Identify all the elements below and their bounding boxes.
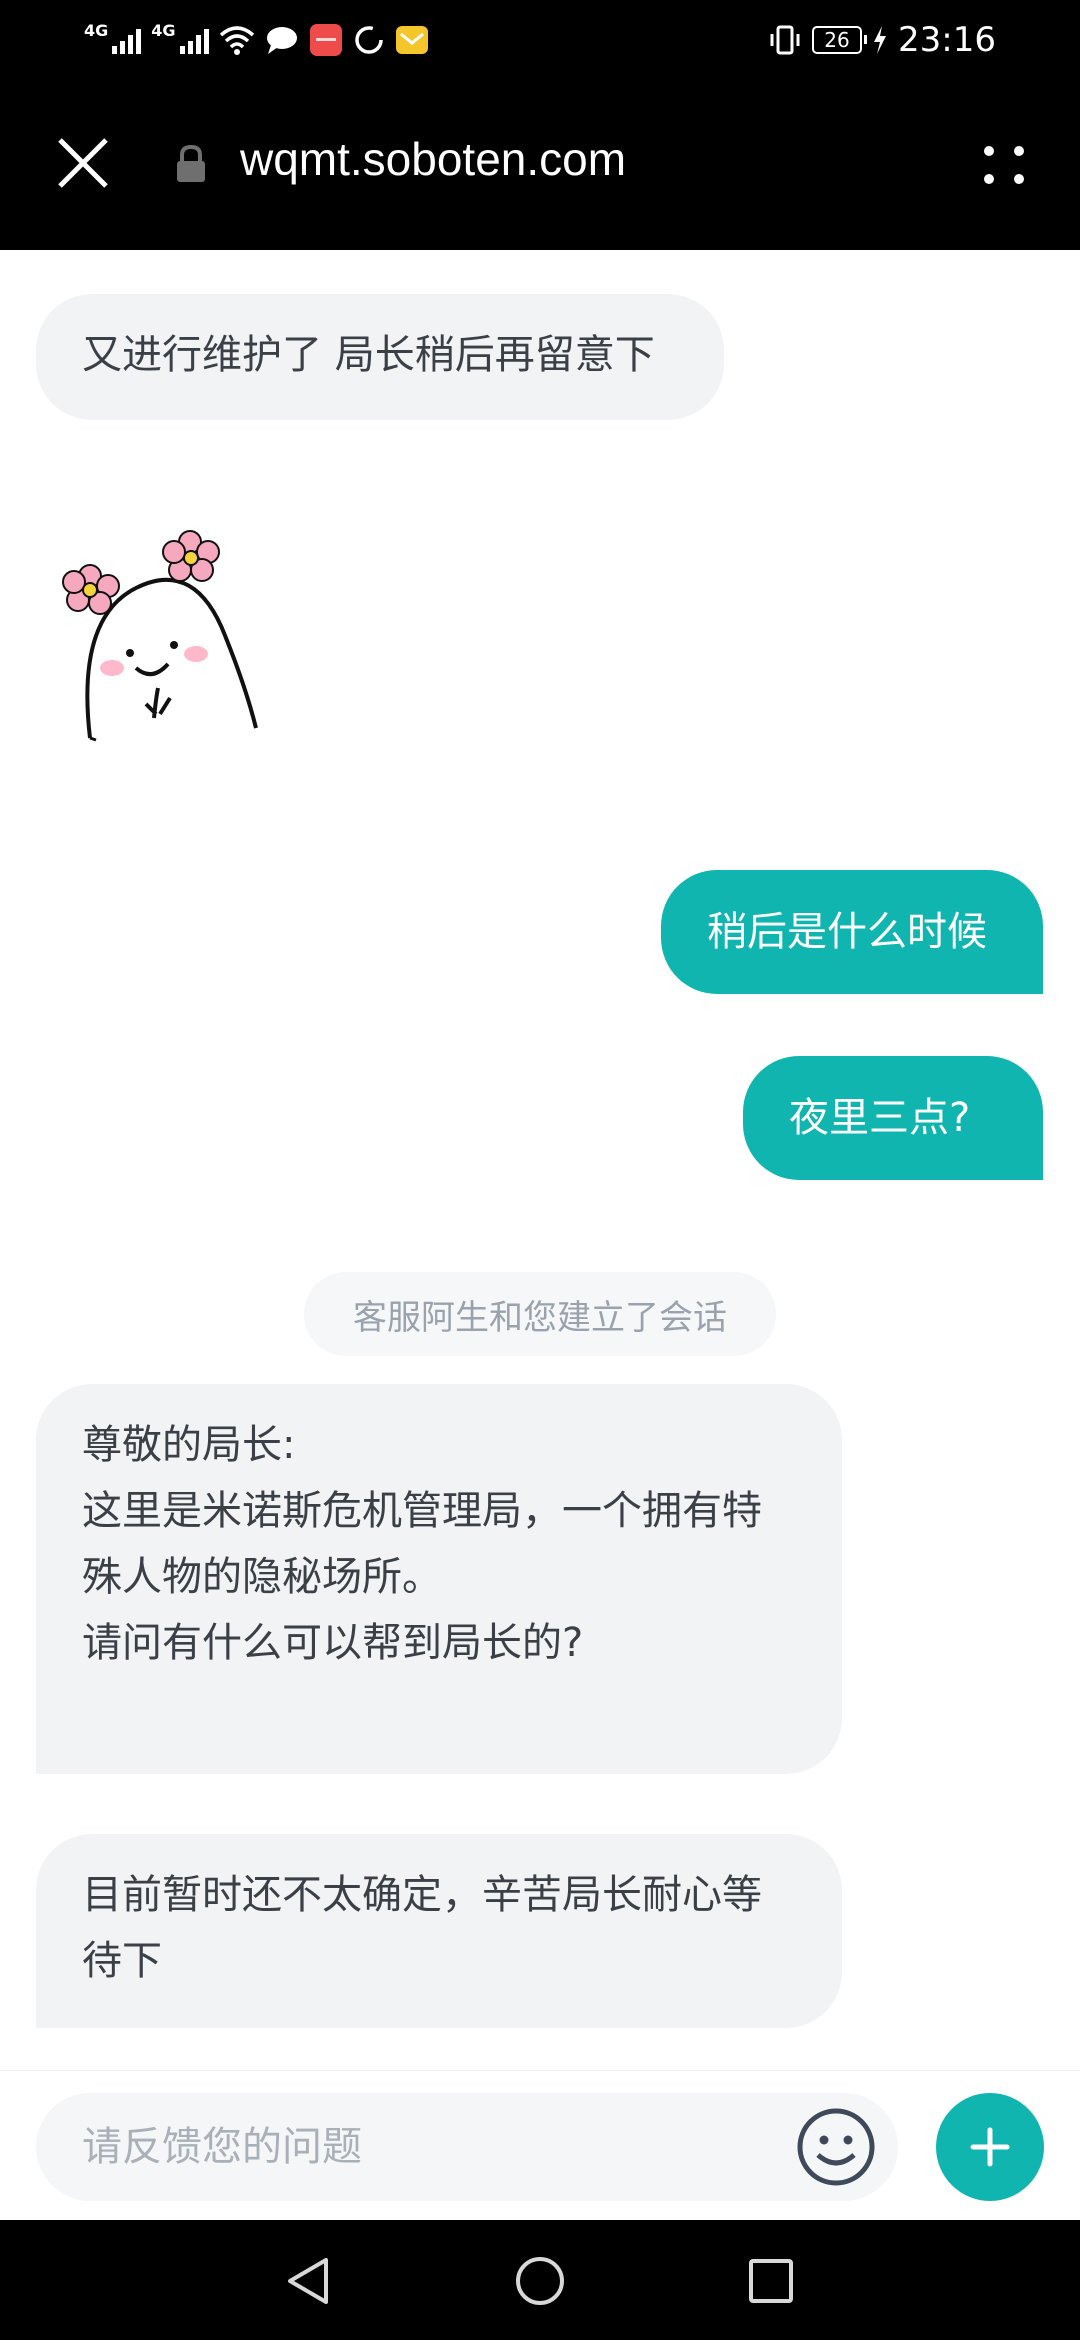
more-menu-button[interactable] bbox=[980, 134, 1040, 194]
menu-dot bbox=[1014, 146, 1024, 156]
email-icon bbox=[395, 26, 428, 54]
menu-dot bbox=[1014, 174, 1024, 184]
lock-icon bbox=[177, 144, 205, 182]
signal-icon bbox=[179, 26, 209, 54]
message-input[interactable]: 请反馈您的问题 bbox=[36, 2093, 898, 2201]
status-icons-right: 26 23:16 bbox=[768, 18, 996, 62]
system-navigation-bar bbox=[0, 2220, 1080, 2340]
message-text: 夜里三点? bbox=[789, 1095, 971, 1141]
system-notice-text: 客服阿生和您建立了会话 bbox=[353, 1297, 727, 1338]
welcome-line: 请问有什么可以帮到局长的? bbox=[82, 1620, 584, 1666]
add-button[interactable] bbox=[936, 2093, 1044, 2201]
input-placeholder: 请反馈您的问题 bbox=[82, 2124, 362, 2170]
message-text: 稍后是什么时候 bbox=[707, 909, 987, 955]
signal-icon bbox=[112, 26, 142, 54]
smiley-icon bbox=[797, 2108, 875, 2186]
vibrate-icon bbox=[770, 25, 800, 55]
message-line: 目前暂时还不太确定，辛苦局长耐心等 bbox=[82, 1872, 762, 1918]
browser-toolbar: wqmt.soboten.com bbox=[0, 80, 1080, 250]
message-text: 又进行维护了 局长稍后再留意下 bbox=[82, 332, 655, 378]
agent-message: 又进行维护了 局长稍后再留意下 bbox=[36, 294, 724, 420]
welcome-line: 这里是米诺斯危机管理局，一个拥有特 bbox=[82, 1488, 762, 1534]
message-icon bbox=[266, 27, 297, 54]
wifi-icon bbox=[219, 26, 254, 55]
home-button[interactable] bbox=[513, 2254, 567, 2308]
close-button[interactable] bbox=[50, 130, 116, 196]
charging-icon bbox=[874, 26, 887, 54]
plus-icon bbox=[970, 2127, 1010, 2167]
emoji-button[interactable] bbox=[796, 2107, 876, 2187]
user-message: 稍后是什么时候 bbox=[661, 870, 1043, 994]
system-notice: 客服阿生和您建立了会话 bbox=[304, 1272, 776, 1356]
url-text[interactable]: wqmt.soboten.com bbox=[240, 132, 626, 186]
battery-level: 26 bbox=[824, 28, 850, 52]
welcome-line: 殊人物的隐秘场所。 bbox=[82, 1554, 442, 1600]
network-type-1: 4G bbox=[84, 20, 109, 40]
sync-icon bbox=[354, 26, 383, 54]
recents-square-icon bbox=[749, 2259, 793, 2303]
back-button[interactable] bbox=[282, 2254, 336, 2308]
back-triangle-icon bbox=[288, 2258, 328, 2304]
welcome-line: 尊敬的局长: bbox=[82, 1422, 296, 1468]
clock: 23:16 bbox=[898, 20, 996, 60]
sticker-image bbox=[62, 530, 258, 742]
huawei-app-icon bbox=[309, 24, 342, 56]
recents-button[interactable] bbox=[744, 2254, 798, 2308]
home-circle-icon bbox=[516, 2257, 564, 2305]
chat-messages[interactable]: 又进行维护了 局长稍后再留意下 稍后是什么时候 夜里三点? 客服阿生和您建立了会… bbox=[0, 250, 1080, 2070]
menu-dot bbox=[984, 146, 994, 156]
message-line: 待下 bbox=[82, 1938, 162, 1984]
menu-dot bbox=[984, 174, 994, 184]
user-message: 夜里三点? bbox=[743, 1056, 1043, 1180]
composer: 请反馈您的问题 bbox=[0, 2070, 1080, 2221]
network-type-2: 4G bbox=[151, 20, 176, 40]
status-icons-left: 4G 4G bbox=[84, 18, 429, 62]
welcome-message: 尊敬的局长: 这里是米诺斯危机管理局，一个拥有特 殊人物的隐秘场所。 请问有什么… bbox=[36, 1384, 842, 1774]
close-icon bbox=[58, 138, 108, 188]
agent-message: 目前暂时还不太确定，辛苦局长耐心等 待下 bbox=[36, 1834, 842, 2028]
battery-indicator: 26 bbox=[812, 26, 868, 54]
status-bar: 4G 4G 26 23:16 bbox=[0, 0, 1080, 80]
